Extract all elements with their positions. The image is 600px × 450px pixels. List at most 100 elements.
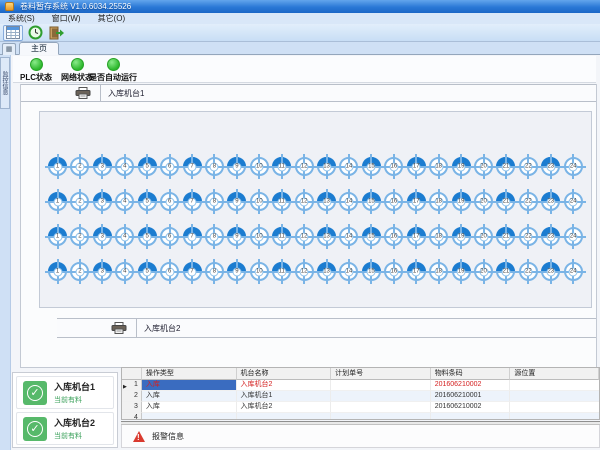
reel-number: 23 <box>546 197 555 206</box>
reel-slot: 15 <box>362 157 381 176</box>
table-cell: 入库 <box>142 380 237 391</box>
reel-slot: 4 <box>115 157 134 176</box>
schedule-grid-button[interactable] <box>3 25 23 41</box>
reel-slot: 19 <box>452 192 471 211</box>
reel-number: 3 <box>98 197 107 206</box>
reel-number: 13 <box>322 232 331 241</box>
reel-slot: 7 <box>183 157 202 176</box>
reel-number: 16 <box>389 267 398 276</box>
check-mark-icon: ✓ <box>27 385 43 401</box>
reel-slot: 21 <box>496 192 515 211</box>
dock-strip: 监控信息 <box>0 55 11 450</box>
table-row[interactable]: 4 <box>122 413 599 420</box>
reel-number: 21 <box>501 232 510 241</box>
machine2-print-button[interactable] <box>57 319 137 337</box>
reel-slot: 20 <box>474 262 493 281</box>
row-header-cell: ▶1 <box>122 380 142 391</box>
reel-number: 24 <box>569 267 578 276</box>
reel-number: 6 <box>165 162 174 171</box>
reel-number: 5 <box>143 232 152 241</box>
reel-number: 8 <box>210 162 219 171</box>
reel-slot: 20 <box>474 157 493 176</box>
reel-number: 20 <box>479 197 488 206</box>
task-table[interactable]: 操作类型机台名称计划单号物料条码源位置▶1入库入库机台2201606210002… <box>121 367 600 420</box>
reel-number: 4 <box>120 232 129 241</box>
reel-slot: 12 <box>295 157 314 176</box>
machine-card[interactable]: ✓入库机台1当前有料 <box>16 376 114 409</box>
reel-number: 21 <box>501 162 510 171</box>
reel-number: 1 <box>53 197 62 206</box>
machine-card[interactable]: ✓入库机台2当前有料 <box>16 412 114 445</box>
reel-number: 19 <box>457 197 466 206</box>
current-row-marker-icon: ▶ <box>123 382 127 391</box>
reel-slot: 5 <box>138 157 157 176</box>
reel-slot: 6 <box>160 262 179 281</box>
menu-item[interactable]: 窗口(W) <box>44 13 90 24</box>
reel-number: 10 <box>255 197 264 206</box>
reel-slot: 6 <box>160 192 179 211</box>
reel-slot: 21 <box>496 262 515 281</box>
dock-vertical-tab[interactable]: 监控信息 <box>0 57 10 109</box>
reel-slot: 23 <box>541 262 560 281</box>
status-indicator: PLC状态 <box>20 58 52 83</box>
reel-number: 6 <box>165 232 174 241</box>
table-cell: 入库 <box>142 391 237 402</box>
table-row[interactable]: ▶1入库入库机台2201606210002 <box>122 380 599 391</box>
reel-slot: 19 <box>452 262 471 281</box>
reel-slot: 22 <box>519 192 538 211</box>
reel-number: 15 <box>367 267 376 276</box>
reel-slot: 22 <box>519 227 538 246</box>
reel-number: 10 <box>255 162 264 171</box>
reel-number: 2 <box>75 232 84 241</box>
menu-item[interactable]: 系统(S) <box>0 13 44 24</box>
reel-slot: 9 <box>227 192 246 211</box>
reel-slot: 1 <box>48 157 67 176</box>
card-status: 当前有料 <box>54 431 95 441</box>
reel-slot: 16 <box>384 262 403 281</box>
menu-item[interactable]: 其它(O) <box>90 13 135 24</box>
reel-number: 13 <box>322 197 331 206</box>
reel-number: 23 <box>546 162 555 171</box>
reel-number: 5 <box>143 267 152 276</box>
reel-number: 16 <box>389 232 398 241</box>
reel-number: 7 <box>188 162 197 171</box>
table-row[interactable]: 2入库入库机台1201606210001 <box>122 391 599 402</box>
row-header-cell: 2 <box>122 391 142 402</box>
reel-slot: 1 <box>48 262 67 281</box>
reel-slot: 15 <box>362 227 381 246</box>
reel-slot: 2 <box>70 192 89 211</box>
reel-number: 8 <box>210 232 219 241</box>
table-cell: 入库机台1 <box>237 391 332 402</box>
table-cell: 201606210002 <box>431 402 511 413</box>
reel-slot: 16 <box>384 227 403 246</box>
tab-home[interactable]: 主页 <box>19 42 59 55</box>
check-mark-icon: ✓ <box>27 421 43 437</box>
reel-slot: 8 <box>205 227 224 246</box>
reel-slot: 14 <box>339 262 358 281</box>
row-header-cell <box>122 368 142 380</box>
dock-mini-tab[interactable]: ▦ <box>2 43 16 55</box>
reel-number: 11 <box>277 162 286 171</box>
table-row[interactable]: 3入库入库机台2201606210002 <box>122 402 599 413</box>
reel-number: 22 <box>524 267 533 276</box>
clock-button[interactable] <box>25 25 45 41</box>
reel-number: 17 <box>412 267 421 276</box>
table-cell: 201606210002 <box>431 380 511 391</box>
exit-icon <box>49 26 65 40</box>
reel-number: 14 <box>344 162 353 171</box>
reel-slot: 23 <box>541 227 560 246</box>
reel-number: 15 <box>367 162 376 171</box>
machine1-print-button[interactable] <box>21 85 101 101</box>
table-header-row: 操作类型机台名称计划单号物料条码源位置 <box>122 368 599 380</box>
reel-number: 18 <box>434 232 443 241</box>
exit-button[interactable] <box>47 25 67 41</box>
table-cell <box>510 391 599 402</box>
reel-number: 9 <box>232 197 241 206</box>
reel-number: 21 <box>501 267 510 276</box>
reel-slot: 20 <box>474 227 493 246</box>
reel-number: 20 <box>479 232 488 241</box>
toolbar <box>0 24 600 42</box>
table-cell <box>510 413 599 420</box>
reel-slot: 17 <box>407 262 426 281</box>
status-label: 是否自动运行 <box>89 72 137 83</box>
